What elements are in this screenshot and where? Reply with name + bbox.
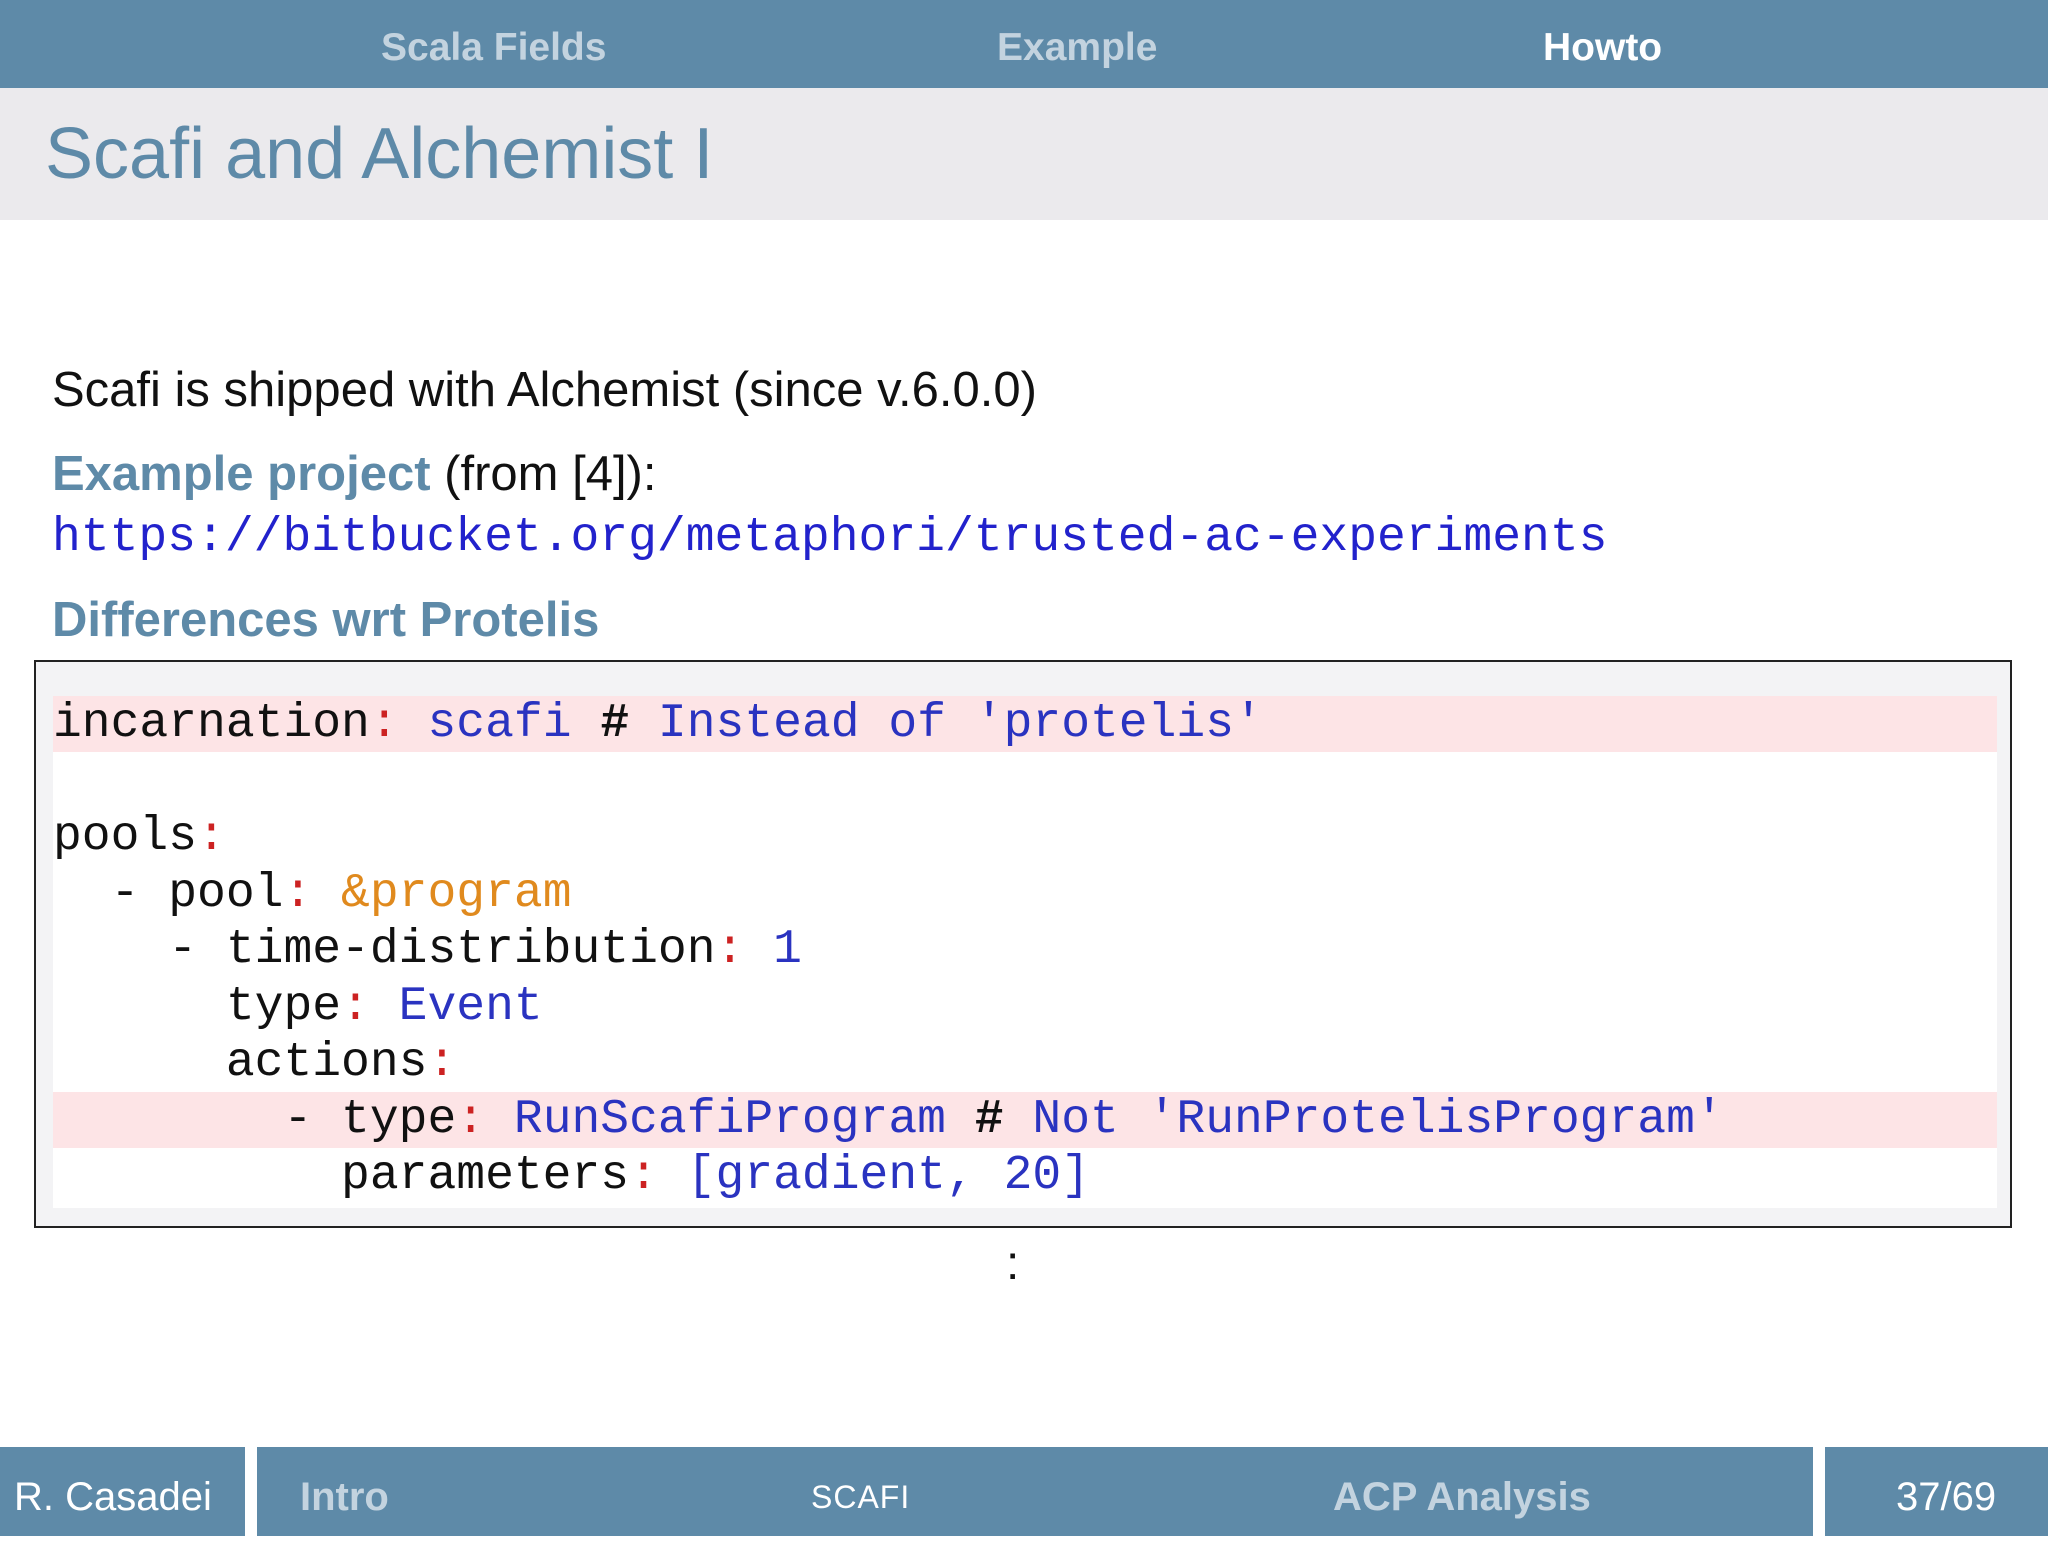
- code-line-pools: pools:: [53, 810, 226, 864]
- footer-section-intro[interactable]: Intro: [300, 1447, 389, 1536]
- footer-bar: R. Casadei Intro SCAFI ACP Analysis 37/6…: [0, 1447, 2048, 1536]
- code-line-time-distribution: - time-distribution: 1: [53, 923, 802, 977]
- slide-title: Scafi and Alchemist I: [45, 114, 714, 194]
- section-nav-bar: Scala Fields Example Howto: [0, 0, 2048, 88]
- code-line-pool: - pool: &program: [53, 867, 572, 921]
- code-line-type-event: type: Event: [225, 980, 543, 1034]
- footer-section-scafi[interactable]: SCAFI: [811, 1447, 910, 1536]
- footer-page-number: 37/69: [1896, 1475, 1997, 1519]
- example-project-source: (from [4]):: [430, 447, 657, 501]
- footer-author: R. Casadei: [14, 1475, 212, 1519]
- code-line-actions: actions:: [225, 1036, 457, 1090]
- differences-heading: Differences wrt Protelis: [52, 593, 600, 647]
- example-project-line: Example project (from [4]):: [52, 450, 657, 499]
- example-project-label: Example project: [52, 447, 431, 501]
- code-line-run-scafi-program: - type: RunScafiProgram # Not 'RunProtel…: [53, 1092, 1997, 1148]
- nav-item-example[interactable]: Example: [997, 0, 1157, 98]
- nav-item-howto[interactable]: Howto: [1543, 0, 1662, 98]
- code-area: incarnation: scafi # Instead of 'proteli…: [53, 696, 1997, 1208]
- footer-section-acp-analysis[interactable]: ACP Analysis: [1333, 1447, 1591, 1536]
- example-project-link[interactable]: https://bitbucket.org/metaphori/trusted-…: [52, 514, 1607, 562]
- title-band: Scafi and Alchemist I: [0, 88, 2048, 220]
- code-line-incarnation: incarnation: scafi # Instead of 'proteli…: [53, 696, 1997, 752]
- code-line-parameters: parameters: [gradient, 20]: [341, 1149, 1090, 1203]
- nav-item-scala-fields[interactable]: Scala Fields: [381, 0, 606, 98]
- intro-text: Scafi is shipped with Alchemist (since v…: [52, 363, 1037, 417]
- continuation-mark: :: [1006, 1237, 1020, 1290]
- code-listing: incarnation: scafi # Instead of 'proteli…: [34, 660, 2012, 1228]
